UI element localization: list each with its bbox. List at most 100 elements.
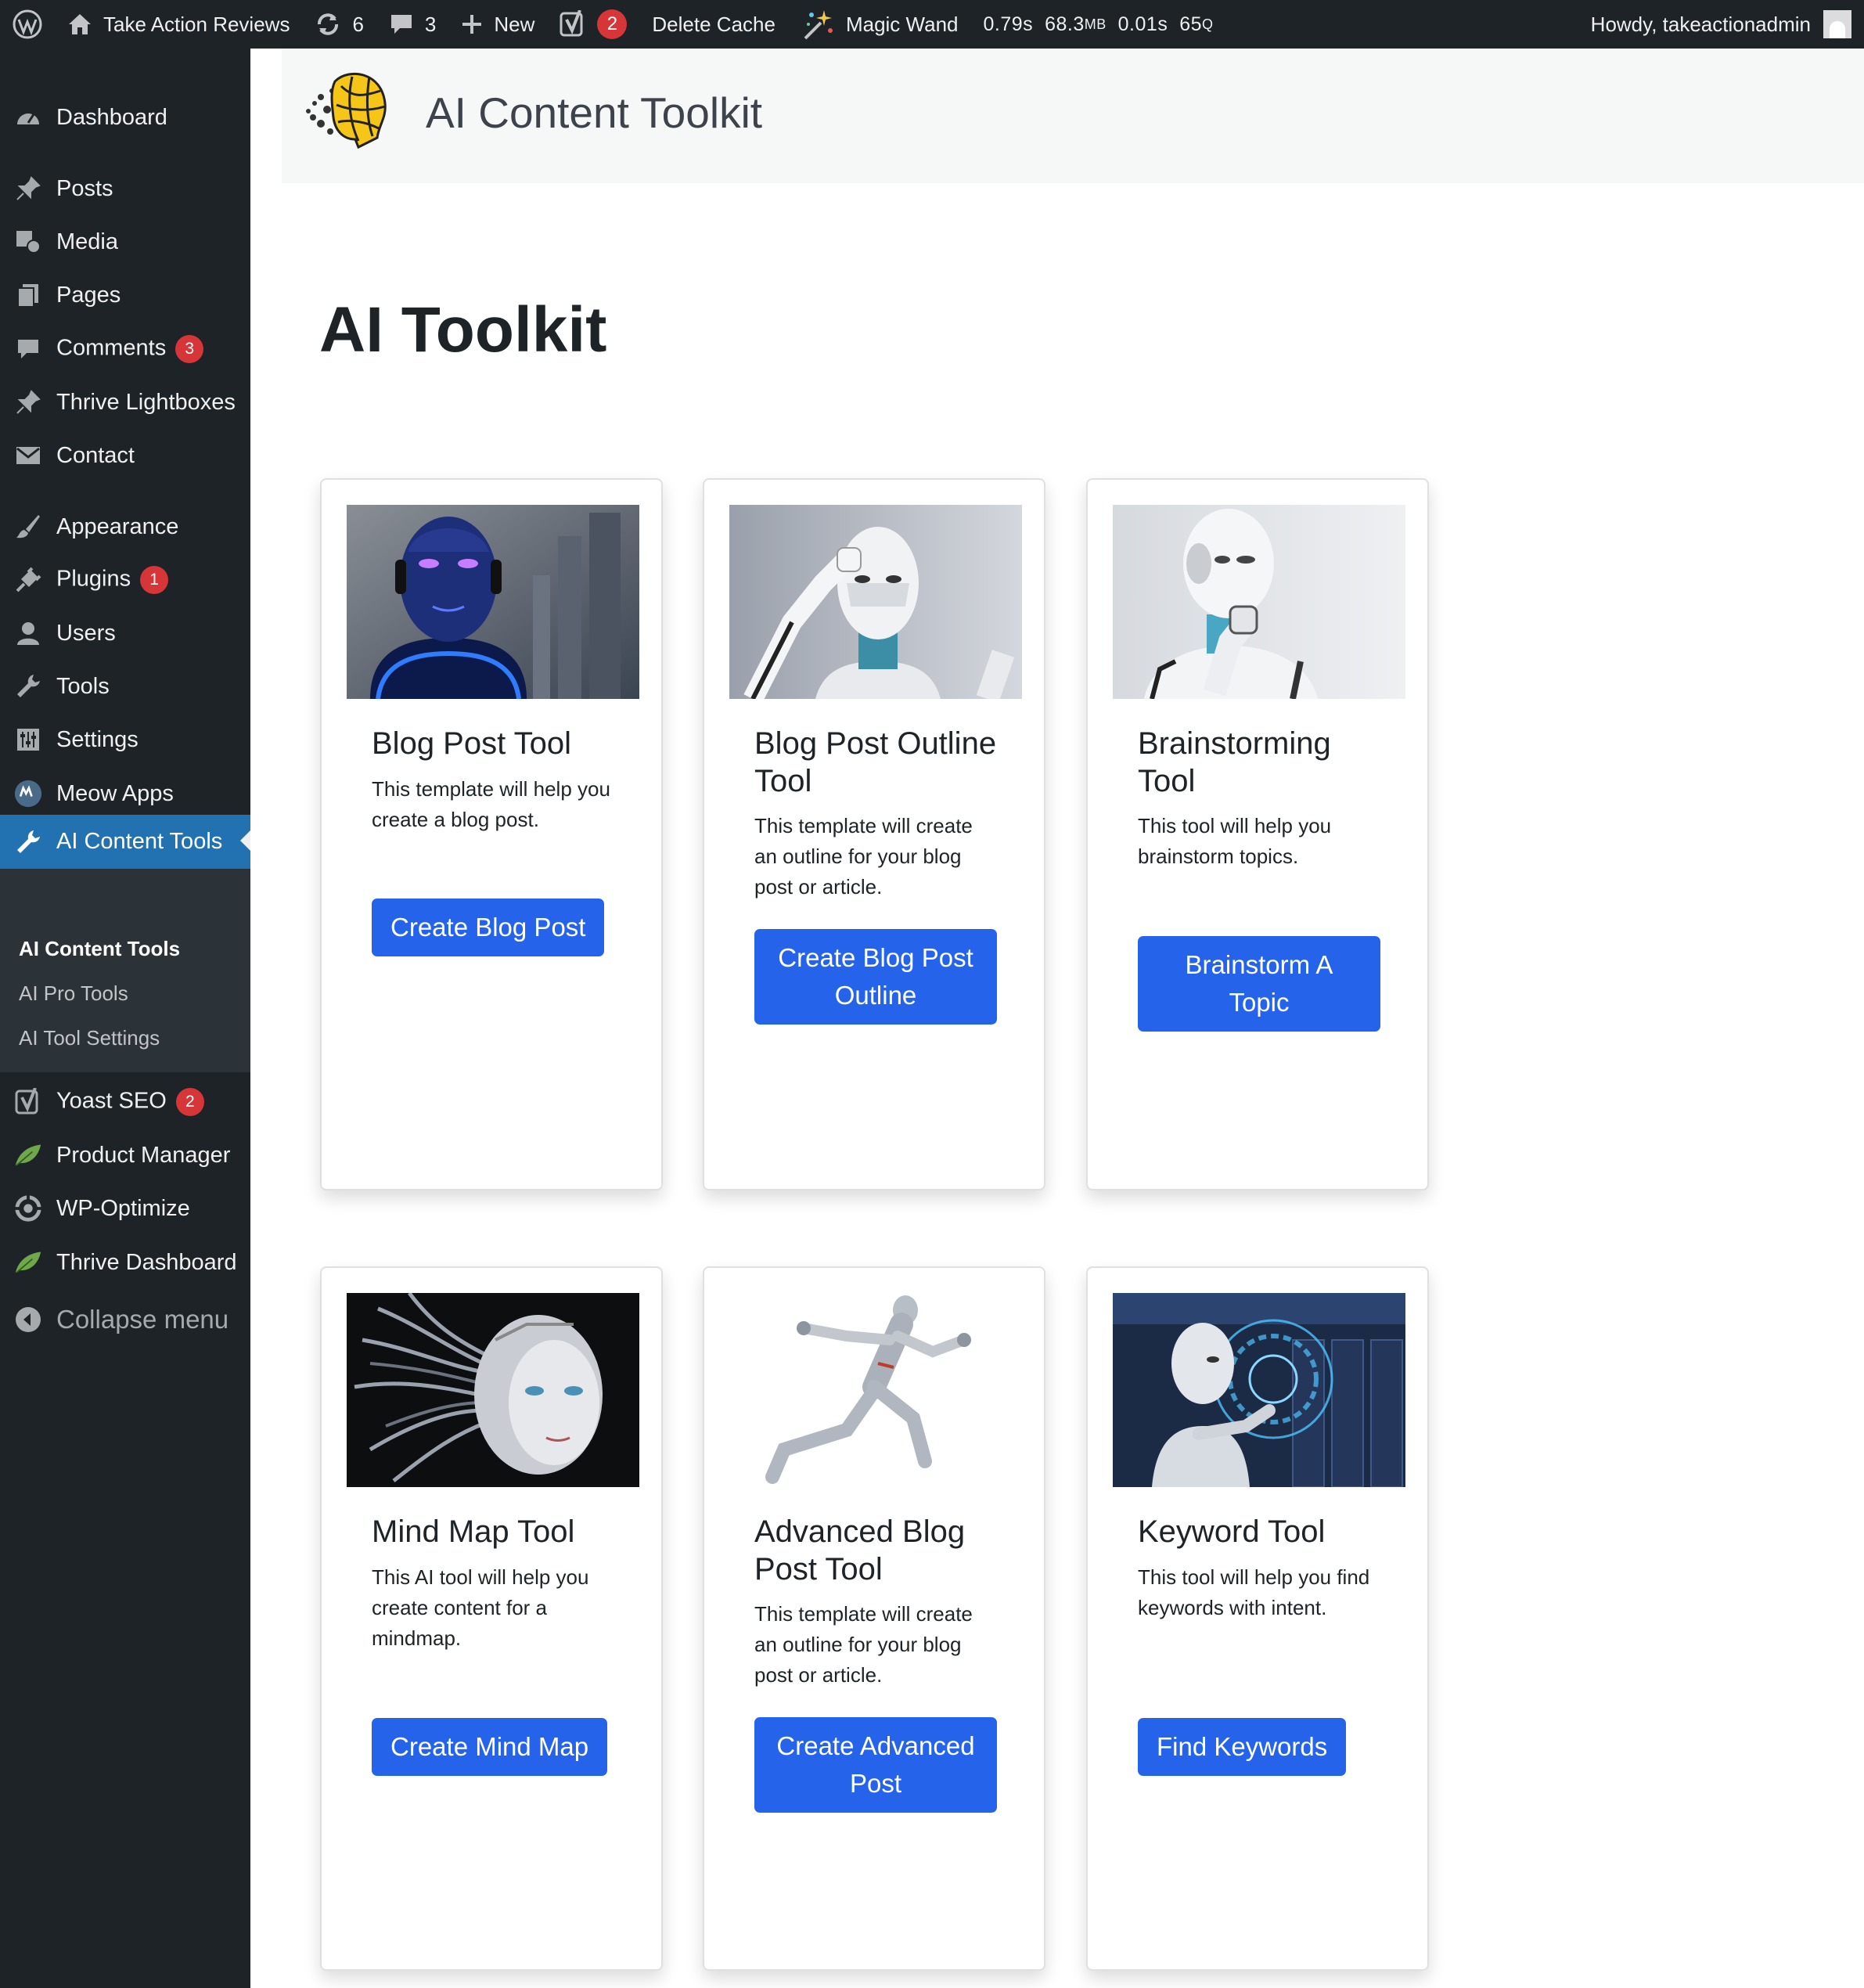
tool-card-blog-post-outline: Blog Post Outline Tool This template wil… bbox=[703, 478, 1045, 1190]
query-monitor-link[interactable]: 0.79s 68.3 MB 0.01s 65 Q bbox=[971, 0, 1226, 49]
qm-queries: 65 bbox=[1179, 13, 1203, 35]
leaf-icon bbox=[14, 1248, 42, 1277]
robot-thinking-salute-image bbox=[729, 505, 1022, 699]
sidebar-item-yoast-seo[interactable]: Yoast SEO 2 bbox=[0, 1076, 250, 1128]
site-name-link[interactable]: Take Action Reviews bbox=[55, 0, 302, 49]
yoast-badge: 2 bbox=[597, 9, 628, 39]
sidebar-item-label: Users bbox=[56, 620, 116, 646]
card-title: Mind Map Tool bbox=[372, 1514, 575, 1549]
robot-server-room-image bbox=[1113, 1293, 1405, 1487]
sidebar-item-label: Contact bbox=[56, 442, 135, 468]
card-title: Brainstorming Tool bbox=[1138, 726, 1331, 798]
card-title: Advanced Blog Post Tool bbox=[754, 1514, 966, 1586]
collapse-menu-button[interactable]: Collapse menu bbox=[0, 1294, 250, 1345]
magic-wand-icon bbox=[801, 7, 835, 41]
qm-time: 0.79s bbox=[983, 13, 1034, 35]
mail-icon bbox=[14, 441, 42, 470]
create-blog-post-outline-button[interactable]: Create Blog Post Outline bbox=[754, 929, 997, 1025]
wrench-icon bbox=[14, 828, 42, 856]
page-title: AI Toolkit bbox=[319, 294, 607, 366]
card-description: This template will create an outline for… bbox=[754, 814, 973, 899]
admin-bar: Take Action Reviews 6 3 New 2 Delete Cac… bbox=[0, 0, 1864, 49]
wordpress-logo-icon[interactable] bbox=[0, 0, 55, 49]
sidebar-item-dashboard[interactable]: Dashboard bbox=[0, 92, 250, 143]
brainstorm-a-topic-button[interactable]: Brainstorm A Topic bbox=[1138, 936, 1380, 1032]
card-description: This tool will help you brainstorm topic… bbox=[1138, 814, 1332, 868]
sidebar-item-users[interactable]: Users bbox=[0, 607, 250, 659]
admin-sidebar: Dashboard Posts Media Pages Comments 3 Th… bbox=[0, 49, 250, 1988]
plugin-header-title: AI Content Toolkit bbox=[426, 88, 763, 137]
card-title: Blog Post Outline Tool bbox=[754, 726, 997, 798]
sidebar-item-meow-apps[interactable]: Meow Apps bbox=[0, 768, 250, 819]
submenu-item-ai-tool-settings[interactable]: AI Tool Settings bbox=[19, 1026, 160, 1050]
create-mind-map-button[interactable]: Create Mind Map bbox=[372, 1718, 608, 1776]
magic-wand-label: Magic Wand bbox=[845, 12, 959, 36]
sidebar-item-tools[interactable]: Tools bbox=[0, 661, 250, 712]
robot-blue-glow-image bbox=[347, 505, 639, 699]
sidebar-item-label: Thrive Lightboxes bbox=[56, 389, 236, 415]
sidebar-item-label: Dashboard bbox=[56, 104, 167, 130]
sidebar-item-label: Meow Apps bbox=[56, 780, 174, 806]
sidebar-item-label: Settings bbox=[56, 726, 139, 752]
sidebar-item-ai-content-tools[interactable]: AI Content Tools bbox=[0, 815, 250, 869]
card-title: Keyword Tool bbox=[1138, 1514, 1326, 1549]
tool-card-brainstorming: Brainstorming Tool This tool will help y… bbox=[1086, 478, 1429, 1190]
comment-icon bbox=[14, 335, 42, 363]
submenu-item-ai-pro-tools[interactable]: AI Pro Tools bbox=[19, 981, 128, 1006]
card-title: Blog Post Tool bbox=[372, 726, 571, 761]
sidebar-item-media[interactable]: Media bbox=[0, 216, 250, 268]
create-blog-post-button[interactable]: Create Blog Post bbox=[372, 899, 605, 956]
sidebar-item-pages[interactable]: Pages bbox=[0, 269, 250, 321]
create-advanced-post-button[interactable]: Create Advanced Post bbox=[754, 1717, 997, 1813]
meow-icon bbox=[14, 780, 42, 808]
card-description: This template will create an outline for… bbox=[754, 1602, 973, 1687]
sidebar-item-thrive-dashboard[interactable]: Thrive Dashboard bbox=[0, 1237, 250, 1288]
sidebar-item-settings[interactable]: Settings bbox=[0, 714, 250, 765]
sidebar-item-appearance[interactable]: Appearance bbox=[0, 501, 250, 553]
sidebar-item-contact[interactable]: Contact bbox=[0, 430, 250, 481]
my-account-link[interactable]: Howdy, takeactionadmin bbox=[1578, 0, 1864, 49]
sidebar-item-thrive-lightboxes[interactable]: Thrive Lightboxes bbox=[0, 376, 250, 428]
updates-icon bbox=[315, 11, 341, 38]
tool-card-advanced-blog-post: Advanced Blog Post Tool This template wi… bbox=[703, 1266, 1045, 1971]
sidebar-item-label: Media bbox=[56, 229, 118, 254]
delete-cache-label: Delete Cache bbox=[652, 12, 775, 36]
sidebar-item-label: WP-Optimize bbox=[56, 1195, 190, 1221]
sidebar-item-product-manager[interactable]: Product Manager bbox=[0, 1129, 250, 1181]
pin-icon bbox=[14, 388, 42, 416]
find-keywords-button[interactable]: Find Keywords bbox=[1138, 1718, 1347, 1776]
sidebar-item-comments[interactable]: Comments 3 bbox=[0, 323, 250, 375]
card-description: This tool will help you find keywords wi… bbox=[1138, 1565, 1370, 1619]
collapse-menu-label: Collapse menu bbox=[56, 1305, 229, 1334]
magic-wand-link[interactable]: Magic Wand bbox=[788, 0, 971, 49]
sidebar-item-wp-optimize[interactable]: WP-Optimize bbox=[0, 1183, 250, 1234]
optimize-icon bbox=[14, 1194, 42, 1223]
new-label: New bbox=[494, 12, 535, 36]
new-content-link[interactable]: New bbox=[448, 0, 547, 49]
delete-cache-link[interactable]: Delete Cache bbox=[639, 0, 788, 49]
qm-memory: 68.3 bbox=[1045, 13, 1085, 35]
user-icon bbox=[14, 619, 42, 647]
comments-link[interactable]: 3 bbox=[376, 0, 448, 49]
sidebar-item-label: Tools bbox=[56, 673, 110, 699]
card-description: This template will help you create a blo… bbox=[372, 777, 610, 831]
dashboard-icon bbox=[14, 103, 42, 131]
sidebar-item-plugins[interactable]: Plugins 1 bbox=[0, 554, 250, 606]
yoast-link[interactable]: 2 bbox=[547, 0, 639, 49]
media-icon bbox=[14, 228, 42, 256]
sidebar-item-label: AI Content Tools bbox=[56, 829, 223, 854]
sidebar-item-label: Pages bbox=[56, 282, 121, 308]
sidebar-item-posts[interactable]: Posts bbox=[0, 163, 250, 214]
pages-icon bbox=[14, 281, 42, 309]
ai-content-toolkit-logo bbox=[304, 66, 390, 160]
sidebar-item-label: Appearance bbox=[56, 513, 179, 539]
collapse-arrow-icon bbox=[14, 1306, 42, 1334]
updates-link[interactable]: 6 bbox=[302, 0, 376, 49]
plug-icon bbox=[14, 566, 42, 594]
robot-cables-head-image bbox=[347, 1293, 639, 1487]
sidebar-item-label: Yoast SEO bbox=[56, 1088, 167, 1114]
submenu-item-ai-content-tools[interactable]: AI Content Tools bbox=[19, 937, 180, 961]
sidebar-item-label: Comments bbox=[56, 335, 167, 361]
comments-badge: 3 bbox=[175, 335, 204, 363]
qm-db-time: 0.01s bbox=[1117, 13, 1168, 35]
